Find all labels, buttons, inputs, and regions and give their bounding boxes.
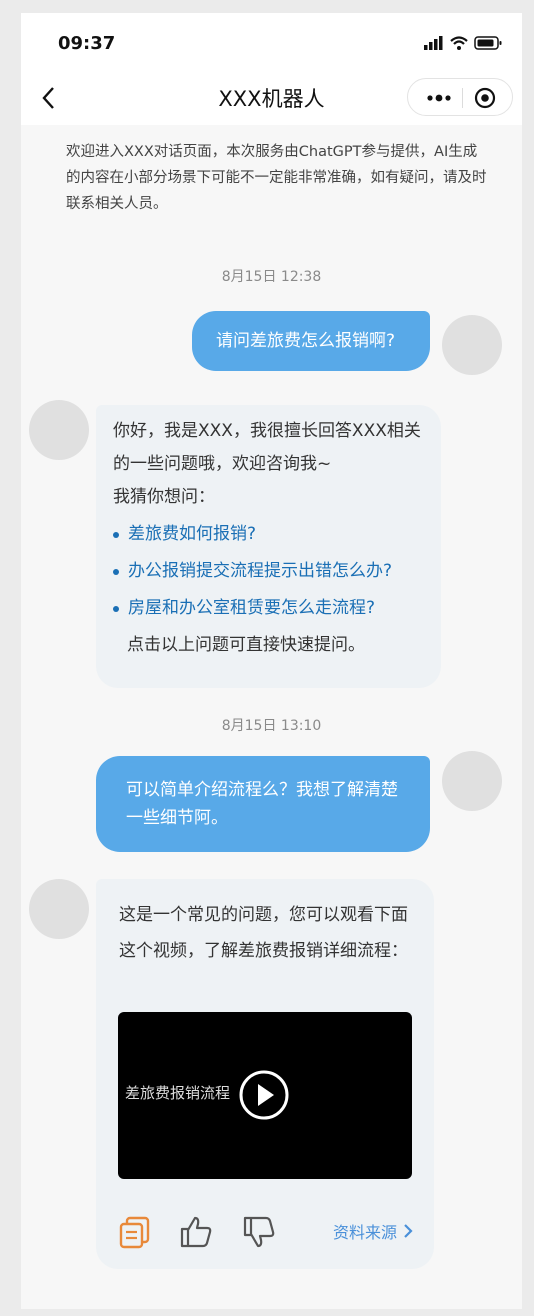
bot-reply-text: 这是一个常见的问题，您可以观看下面这个视频，了解差旅费报销详细流程： (119, 905, 408, 961)
video-player[interactable]: 差旅费报销流程 (118, 1012, 412, 1179)
phone-screen: 09:37 XXX机器人 欢迎进入XXX对话页面，本次服务由ChatGPT参与提… (21, 13, 522, 1309)
more-icon[interactable] (426, 87, 452, 109)
chevron-right-icon (404, 1224, 413, 1238)
timestamp: 8月15日 12:38 (221, 269, 322, 285)
bot-footer-text: 点击以上问题可直接快速提问。 (127, 635, 365, 655)
service-notice: 欢迎进入XXX对话页面，本次服务由ChatGPT参与提供，AI生成的内容在小部分… (66, 144, 487, 212)
video-title: 差旅费报销流程 (125, 1084, 231, 1102)
suggestion-text[interactable]: 房屋和办公室租赁要怎么走流程? (128, 592, 375, 625)
status-time: 09:37 (58, 33, 116, 54)
bot-intro-text: 你好，我是XXX，我很擅长回答XXX相关的一些问题哦，欢迎咨询我~ (113, 421, 421, 474)
suggestion-item[interactable]: 房屋和办公室租赁要怎么走流程? (113, 592, 429, 625)
target-icon[interactable] (474, 87, 496, 109)
bot-avatar[interactable] (29, 879, 89, 939)
thumbs-down-icon[interactable] (242, 1215, 276, 1249)
bullet-icon (113, 568, 119, 575)
suggestion-item[interactable]: 差旅费如何报销? (113, 518, 429, 551)
signal-icon (424, 36, 443, 50)
status-icons (424, 36, 502, 50)
bot-guess-label: 我猜你想问： (113, 487, 215, 507)
menu-capsule (407, 78, 513, 116)
play-icon[interactable] (238, 1069, 290, 1121)
user-avatar[interactable] (442, 315, 502, 375)
battery-icon (474, 36, 502, 50)
user-message-text: 可以简单介绍流程么？我想了解清楚一些细节阿。 (126, 780, 398, 828)
suggestion-text[interactable]: 办公报销提交流程提示出错怎么办? (128, 555, 392, 588)
timestamp: 8月15日 13:10 (221, 718, 322, 734)
wifi-icon (450, 36, 468, 50)
source-link-label[interactable]: 资料来源 (333, 1219, 397, 1243)
copy-icon[interactable] (118, 1215, 152, 1249)
bullet-icon (113, 605, 119, 612)
user-avatar[interactable] (442, 751, 502, 811)
suggestion-item[interactable]: 办公报销提交流程提示出错怎么办? (113, 555, 429, 588)
top-bar: 09:37 XXX机器人 (21, 13, 522, 125)
user-message-text: 请问差旅费怎么报销啊? (216, 331, 396, 351)
user-message-bubble: 请问差旅费怎么报销啊? (192, 311, 430, 371)
capsule-divider (462, 88, 463, 108)
thumbs-up-icon[interactable] (179, 1215, 213, 1249)
source-link[interactable]: 资料来源 (333, 1219, 413, 1243)
suggestion-text[interactable]: 差旅费如何报销? (128, 518, 256, 551)
user-message-bubble: 可以简单介绍流程么？我想了解清楚一些细节阿。 (96, 756, 430, 852)
bullet-icon (113, 531, 119, 538)
bot-message-bubble: 你好，我是XXX，我很擅长回答XXX相关的一些问题哦，欢迎咨询我~ 我猜你想问：… (96, 405, 441, 688)
bot-avatar[interactable] (29, 400, 89, 460)
